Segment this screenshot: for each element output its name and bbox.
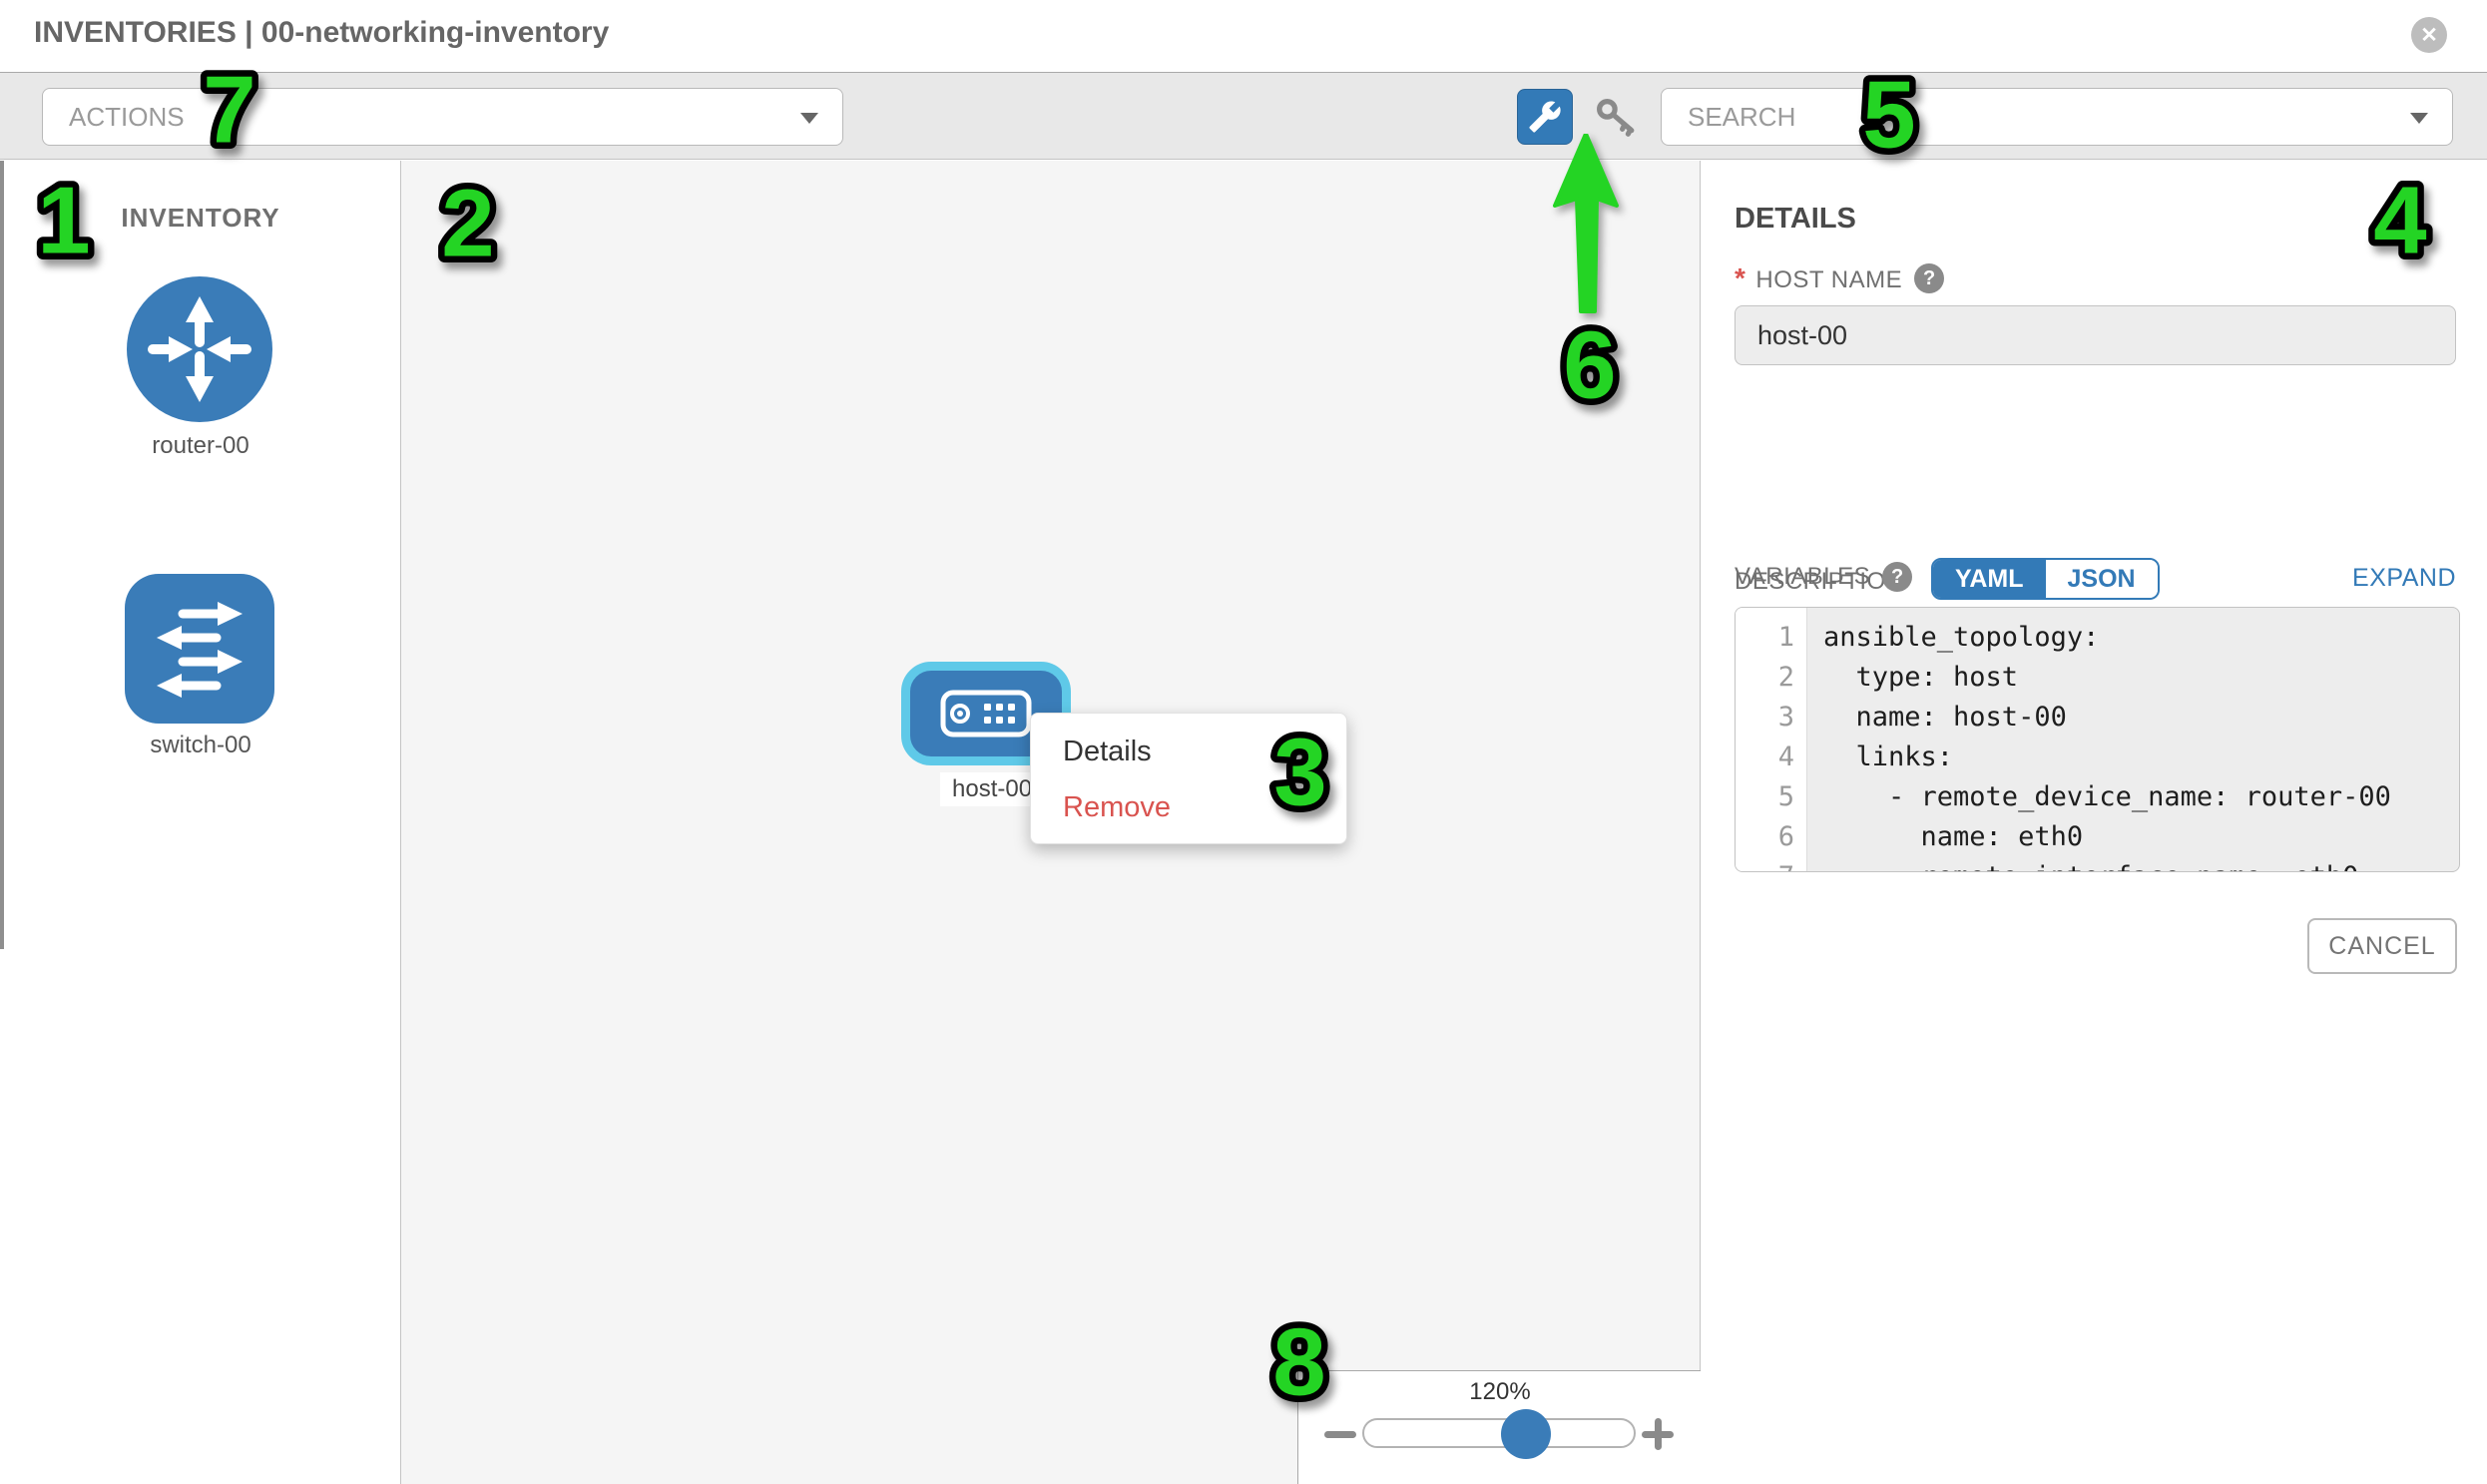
host-node-label: host-00 [940, 772, 1044, 806]
context-menu-item-remove[interactable]: Remove [1031, 779, 1346, 835]
page-title: INVENTORIES | 00-networking-inventory [34, 16, 609, 50]
header: INVENTORIES | 00-networking-inventory ✕ [0, 0, 2487, 72]
code-line: remote_interface_name: eth0 [1823, 857, 2459, 872]
context-menu-item-details[interactable]: Details [1031, 724, 1346, 779]
zoom-slider-track[interactable] [1362, 1418, 1636, 1448]
wrench-icon [1528, 100, 1562, 134]
close-button[interactable]: ✕ [2411, 17, 2447, 53]
host-name-label: HOST NAME [1735, 262, 1902, 294]
toolbar: ACTIONS SEARCH [0, 72, 2487, 160]
zoom-slider-thumb[interactable] [1501, 1409, 1551, 1459]
code-line: - remote_device_name: router-00 [1823, 777, 2459, 817]
tab-json[interactable]: JSON [2046, 560, 2158, 598]
host-name-input[interactable]: host-00 [1735, 305, 2456, 365]
code-line: name: host-00 [1823, 698, 2459, 738]
help-icon[interactable]: ? [1882, 562, 1912, 592]
variables-format-toggle: YAML JSON [1931, 558, 2160, 600]
sidebar-scrollbar[interactable] [0, 161, 4, 949]
editor-line-numbers: 1 2 3 4 5 6 7 [1736, 608, 1807, 871]
key-icon [1593, 95, 1639, 141]
variables-label: VARIABLES [1735, 563, 1870, 591]
context-menu: Details Remove [1030, 713, 1347, 844]
key-credentials-button[interactable] [1593, 95, 1639, 141]
router-icon [125, 274, 274, 424]
expand-link[interactable]: EXPAND [2352, 564, 2456, 593]
actions-dropdown[interactable]: ACTIONS [42, 88, 843, 146]
code-line: name: eth0 [1823, 817, 2459, 857]
help-icon[interactable]: ? [1914, 263, 1944, 293]
zoom-out-minus-icon[interactable] [1324, 1431, 1356, 1438]
host-icon [940, 690, 1032, 738]
topology-canvas[interactable]: host-00 Details Remove 120% [401, 161, 1701, 1484]
tools-button[interactable] [1517, 89, 1573, 145]
palette-item-label: router-00 [0, 432, 401, 460]
cancel-button[interactable]: CANCEL [2307, 918, 2457, 974]
variables-code-editor[interactable]: 1 2 3 4 5 6 7 ansible_topology: type: ho… [1735, 607, 2460, 872]
palette-item-switch[interactable] [125, 574, 274, 724]
search-dropdown[interactable]: SEARCH [1661, 88, 2453, 146]
actions-dropdown-label: ACTIONS [69, 89, 185, 145]
editor-code-area[interactable]: ansible_topology: type: host name: host-… [1807, 608, 2459, 871]
inventory-sidebar: INVENTORY router-00 [0, 161, 401, 1484]
host-name-label-row: HOST NAME ? [1735, 262, 1944, 294]
tab-yaml[interactable]: YAML [1933, 560, 2046, 598]
switch-icon [125, 574, 274, 724]
details-heading: DETAILS [1735, 203, 1856, 236]
zoom-level-label: 120% [1298, 1378, 1702, 1406]
zoom-control: 120% [1297, 1370, 1701, 1484]
close-icon: ✕ [2420, 23, 2438, 48]
code-line: ansible_topology: [1823, 618, 2459, 658]
zoom-in-plus-icon[interactable] [1642, 1418, 1674, 1450]
palette-item-router[interactable] [125, 274, 274, 424]
variables-row: VARIABLES ? YAML JSON EXPAND [1735, 558, 2456, 602]
code-line: type: host [1823, 658, 2459, 698]
palette-item-label: switch-00 [0, 732, 401, 759]
inventory-topology-app: INVENTORIES | 00-networking-inventory ✕ … [0, 0, 2487, 1484]
details-panel: DETAILS HOST NAME ? host-00 DESCRIPTION … [1702, 161, 2487, 1484]
code-line: links: [1823, 738, 2459, 777]
sidebar-heading: INVENTORY [0, 203, 401, 234]
chevron-down-icon [2410, 113, 2428, 124]
search-dropdown-label: SEARCH [1688, 89, 1795, 145]
chevron-down-icon [800, 113, 818, 124]
